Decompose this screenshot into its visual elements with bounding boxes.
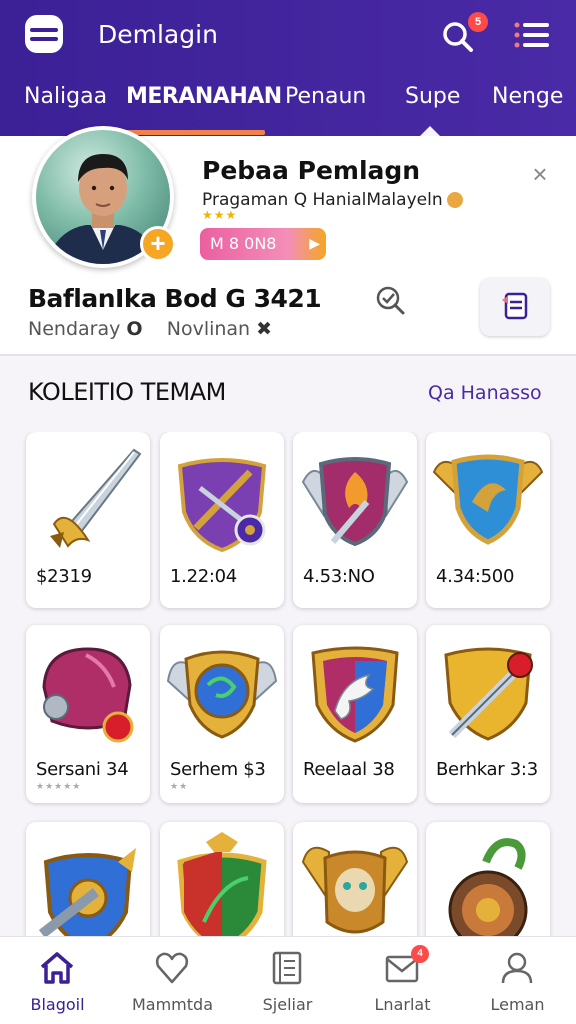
coin-icon — [446, 192, 463, 208]
app-title: Demlagin — [98, 20, 218, 49]
item-label: 4.34:500 — [436, 566, 515, 587]
profile-main-title: BaflanIka Bod G 3421 — [28, 284, 322, 313]
shield-sword-icon — [160, 432, 284, 562]
nav-label: Blagoil — [30, 995, 85, 1014]
level-pill-button[interactable]: M 8 0N8 ▶ — [200, 228, 326, 260]
item-label: 1.22:04 — [170, 566, 237, 587]
tab-penaun[interactable]: Penaun — [285, 84, 366, 109]
item-card[interactable] — [26, 822, 150, 936]
profile-subtitle: Pragaman Q HanialMalayeln — [202, 190, 463, 210]
verify-search-button[interactable] — [372, 282, 408, 318]
nav-item-home[interactable]: Blagoil — [0, 937, 115, 1024]
tab-caret — [420, 126, 440, 136]
item-card[interactable]: 4.34:500 — [426, 432, 550, 608]
profile-meta: Nendaray O Novlinan ✖ — [28, 318, 272, 340]
nav-label: Mammtda — [131, 995, 213, 1014]
app-screen: Demlagin 5 Naligaa MERANAHAN Penaun Supe — [0, 0, 576, 1024]
nav-label: Sjeliar — [262, 995, 313, 1014]
logo-stripe-icon — [30, 36, 58, 41]
notification-badge: 5 — [468, 12, 488, 32]
item-label: Berhkar 3:3 — [436, 759, 538, 780]
item-card[interactable] — [160, 822, 284, 936]
meta-left-icon: O — [126, 318, 143, 340]
document-edit-icon — [502, 292, 528, 320]
sword-icon — [26, 432, 150, 562]
nav-label: Lnarlat — [374, 995, 431, 1014]
top-header: Demlagin 5 Naligaa MERANAHAN Penaun Supe — [0, 0, 576, 136]
menu-button[interactable] — [510, 16, 554, 54]
tab-merananan[interactable]: MERANAHAN — [126, 84, 282, 109]
level-pill-label: M 8 0N8 — [210, 234, 277, 253]
item-card[interactable]: Berhkar 3:3 — [426, 625, 550, 803]
winged-orb-shield-icon — [160, 625, 284, 755]
close-icon[interactable]: × — [526, 160, 554, 188]
item-card[interactable]: Reelaal 38 — [293, 625, 417, 803]
nav-label: Leman — [490, 995, 545, 1014]
document-button[interactable] — [480, 278, 550, 336]
item-card[interactable]: $2319 — [26, 432, 150, 608]
item-card[interactable]: 4.53:NO — [293, 432, 417, 608]
section-link[interactable]: Qa Hanasso — [428, 382, 542, 404]
section-title: KOLEITIO TEMAM — [28, 378, 226, 406]
item-label: Serhem $3 — [170, 759, 266, 780]
shield-pegasus-icon — [293, 625, 417, 755]
shield-cannon-icon — [26, 822, 150, 936]
item-label: $2319 — [36, 566, 92, 587]
item-card[interactable] — [426, 822, 550, 936]
shield-leaf-icon — [160, 822, 284, 936]
profile-subtitle-text: Pragaman Q HanialMalayeln — [202, 190, 443, 210]
bottom-nav: Blagoil Mammtda Sjeliar 4 Lnarlat Leman — [0, 936, 576, 1024]
home-icon — [40, 952, 74, 984]
item-card[interactable]: Serhem $3 ★★ — [160, 625, 284, 803]
winged-skull-icon — [293, 822, 417, 936]
meta-right-label: Novlinan — [166, 318, 251, 340]
shield-dagger-icon — [426, 625, 550, 755]
tab-naligaa[interactable]: Naligaa — [24, 84, 107, 109]
verify-search-icon — [376, 286, 405, 315]
helmet-icon — [26, 625, 150, 755]
item-label: Sersani 34 — [36, 759, 129, 780]
item-label: Reelaal 38 — [303, 759, 395, 780]
logo-stripe-icon — [30, 27, 58, 32]
add-avatar-button[interactable]: + — [140, 226, 176, 262]
user-icon — [501, 952, 533, 984]
app-logo-button[interactable] — [25, 15, 63, 53]
nav-item-mail[interactable]: 4 Lnarlat — [345, 937, 460, 1024]
mail-badge: 4 — [411, 945, 429, 963]
meta-right-icon: ✖ — [256, 318, 273, 340]
meta-left-label: Nendaray — [28, 318, 121, 340]
nav-item-documents[interactable]: Sjeliar — [230, 937, 345, 1024]
item-grid: $2319 1.22:04 4.53:NO 4.34:500 Sersani 3… — [0, 432, 576, 936]
heart-icon — [155, 952, 189, 984]
tab-nenge[interactable]: Nenge — [492, 84, 563, 109]
nav-item-profile[interactable]: Leman — [460, 937, 575, 1024]
document-icon — [272, 951, 302, 985]
header-bar: Demlagin 5 — [0, 0, 576, 70]
arrow-right-icon: ▶ — [309, 236, 320, 252]
item-label: 4.53:NO — [303, 566, 375, 587]
item-card[interactable]: 1.22:04 — [160, 432, 284, 608]
nav-item-favorites[interactable]: Mammtda — [115, 937, 230, 1024]
winged-shield-torch-icon — [293, 432, 417, 562]
profile-name: Pebaa Pemlagn — [202, 156, 421, 185]
item-card[interactable]: Sersani 34 ★★★★★ — [26, 625, 150, 803]
potion-barrel-icon — [426, 822, 550, 936]
tab-supe[interactable]: Supe — [405, 84, 460, 109]
winged-shield-bird-icon — [426, 432, 550, 562]
tab-bar: Naligaa MERANAHAN Penaun Supe Nenge — [0, 70, 576, 136]
item-sublabel: ★★★★★ — [36, 781, 82, 791]
list-menu-icon — [514, 22, 549, 48]
item-card[interactable] — [293, 822, 417, 936]
rating-stars: ★★★ — [202, 208, 238, 222]
profile-card: + × Pebaa Pemlagn Pragaman Q HanialMalay… — [0, 126, 576, 356]
item-sublabel: ★★ — [170, 781, 189, 791]
